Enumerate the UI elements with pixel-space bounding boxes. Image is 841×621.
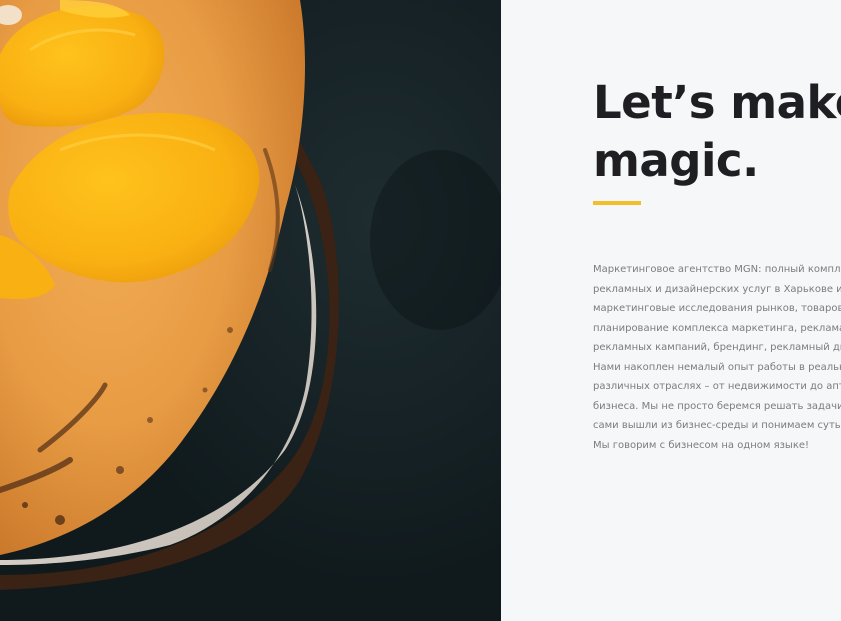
- description-line: рекламных кампаний, брендинг, рекламный …: [593, 342, 841, 353]
- description-line: маркетинговые исследования рынков, товар…: [593, 303, 841, 314]
- fruit-photo-image: [0, 0, 501, 621]
- description-line: рекламных и дизайнерских услуг в Харьков…: [593, 283, 841, 295]
- description-line: Нами накоплен немалый опыт работы в реал…: [593, 361, 841, 373]
- title-line-2: magic.: [593, 134, 759, 187]
- description-line: Маркетинговое агентство MGN: полный комп…: [593, 264, 841, 275]
- title-accent-underline: [593, 201, 641, 205]
- description-line: различных отраслях – от недвижимости до …: [593, 381, 841, 392]
- agency-description: Маркетинговое агентство MGN: полный комп…: [593, 260, 841, 455]
- content-panel: Let’s make magic. Маркетинговое агентств…: [501, 0, 841, 621]
- description-line: Мы говорим с бизнесом на одном языке!: [593, 439, 810, 451]
- description-line: сами вышли из бизнес-среды и понимаем су…: [593, 420, 841, 431]
- hero-photo: [0, 0, 501, 621]
- description-line: планирование комплекса маркетинга, рекла…: [593, 322, 841, 334]
- description-line: бизнеса. Мы не просто беремся решать зад…: [593, 400, 841, 412]
- page: Let’s make magic. Маркетинговое агентств…: [0, 0, 841, 621]
- page-title: Let’s make magic.: [593, 74, 841, 190]
- title-line-1: Let’s make: [593, 76, 841, 129]
